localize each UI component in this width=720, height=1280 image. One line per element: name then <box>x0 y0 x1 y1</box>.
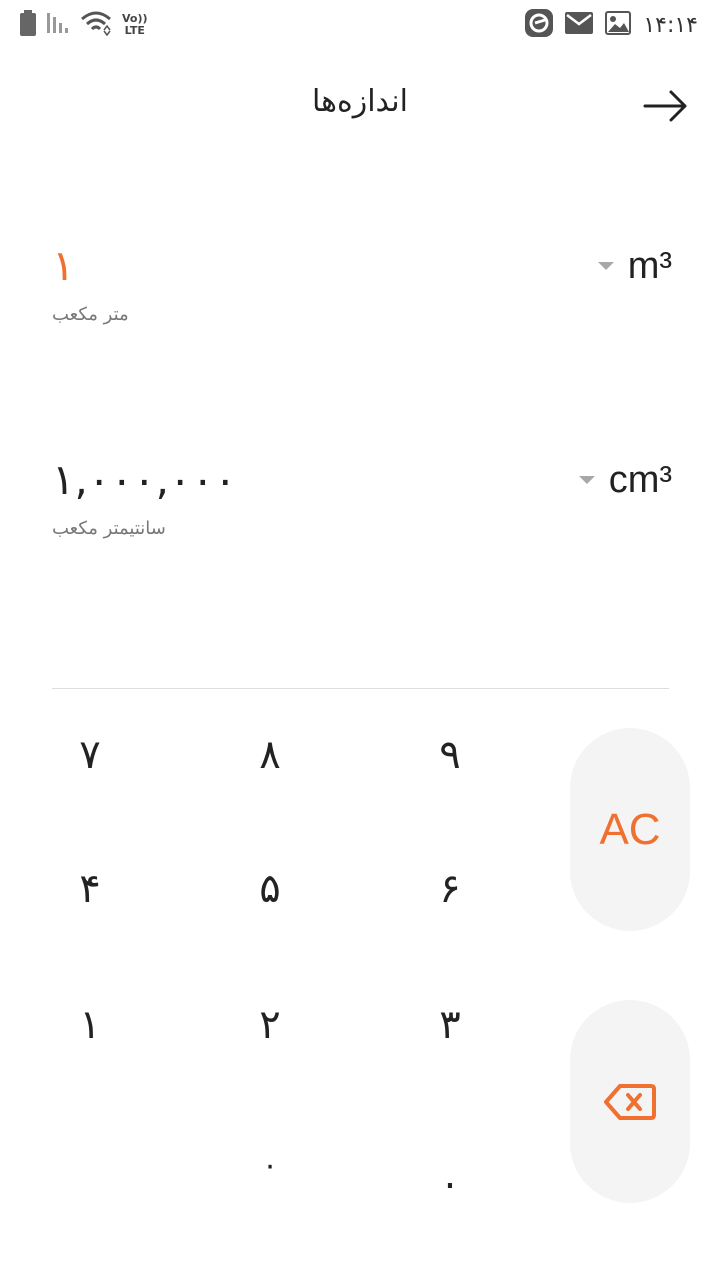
wifi-icon <box>80 10 112 40</box>
back-button[interactable] <box>642 88 690 124</box>
to-unit-name: سانتیمتر مکعب <box>52 518 166 539</box>
clear-button[interactable]: AC <box>570 728 690 931</box>
key-1[interactable]: ۱ <box>30 970 150 1080</box>
keypad-divider <box>52 688 669 689</box>
key-2[interactable]: ۲ <box>210 970 330 1080</box>
volte-indicator: Vo)) LTE <box>122 13 148 37</box>
key-3[interactable]: ۳ <box>390 970 510 1080</box>
from-unit-name: متر مکعب <box>52 304 129 325</box>
from-unit-symbol: m³ <box>627 244 672 287</box>
to-unit-value[interactable]: ۱,۰۰۰,۰۰۰ <box>52 452 237 508</box>
signal-icon <box>46 11 70 39</box>
key-9[interactable]: ۹ <box>390 700 510 810</box>
key-5[interactable]: ۵ <box>210 834 330 944</box>
status-time: ۱۴:۱۴ <box>643 12 698 38</box>
app-notification-icon <box>525 9 554 41</box>
status-bar: Vo)) LTE ۱۴:۱۴ <box>0 0 720 50</box>
status-right: ۱۴:۱۴ <box>525 9 698 41</box>
status-left: Vo)) LTE <box>20 10 148 40</box>
clear-button-label: AC <box>599 804 661 854</box>
backspace-button[interactable] <box>570 1000 690 1203</box>
volte-bottom-label: LTE <box>124 24 145 37</box>
key-4[interactable]: ۴ <box>30 834 150 944</box>
dropdown-caret-icon <box>578 476 595 484</box>
from-unit-value[interactable]: ۱ <box>52 238 75 294</box>
dropdown-caret-icon <box>597 262 614 270</box>
from-unit-selector[interactable]: m³ <box>597 238 672 294</box>
to-unit-symbol: cm³ <box>608 458 672 501</box>
image-icon <box>605 11 632 39</box>
unit-converter-screen: Vo)) LTE ۱۴:۱۴ اندازه‌ها ۱ متر <box>0 0 720 1280</box>
mail-icon <box>565 12 594 38</box>
from-unit-row[interactable]: ۱ متر مکعب m³ <box>52 238 672 348</box>
battery-icon <box>20 10 36 40</box>
header: اندازه‌ها <box>0 70 720 140</box>
key-7[interactable]: ۷ <box>30 700 150 810</box>
to-unit-selector[interactable]: cm³ <box>578 452 672 508</box>
arrow-right-icon <box>643 90 687 122</box>
key-8[interactable]: ۸ <box>210 700 330 810</box>
key-0[interactable]: ۰ <box>210 1110 330 1220</box>
key-decimal[interactable]: . <box>390 1120 510 1230</box>
key-6[interactable]: ۶ <box>390 834 510 944</box>
page-title: اندازه‌ها <box>312 84 408 119</box>
to-unit-row[interactable]: ۱,۰۰۰,۰۰۰ سانتیمتر مکعب cm³ <box>52 452 672 562</box>
backspace-icon <box>604 1083 656 1120</box>
